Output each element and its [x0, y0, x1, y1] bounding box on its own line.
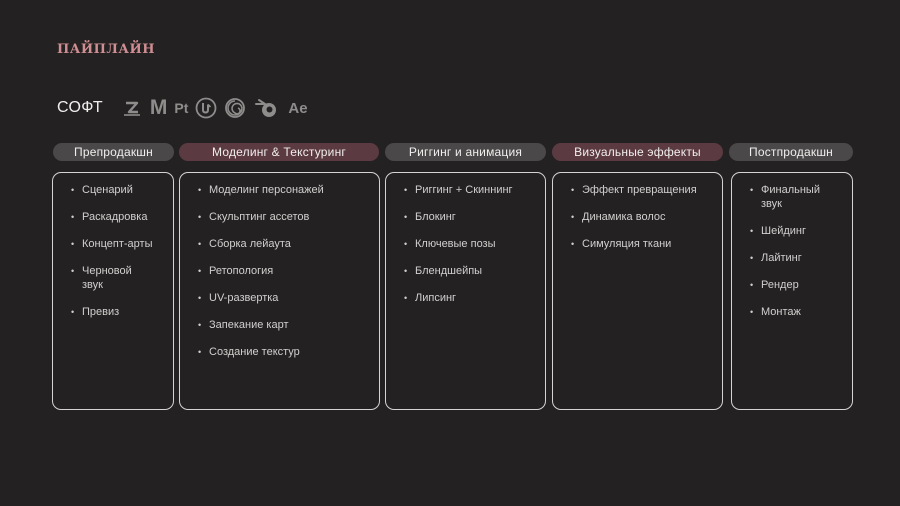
stage-task-list: Финальный звук Шейдинг Лайтинг Рендер Мо… [732, 173, 852, 319]
task-item: Ретопология [198, 265, 379, 279]
task-item: Превиз [71, 306, 173, 320]
substance-painter-icon: Pt [174, 100, 189, 116]
task-item: UV-развертка [198, 292, 379, 306]
task-item: Симуляция ткани [571, 238, 722, 252]
task-item: Моделинг персонажей [198, 184, 379, 198]
soft-title: СОФТ [57, 99, 103, 116]
stage-task-list: Моделинг персонажей Скульптинг ассетов С… [180, 173, 379, 360]
stage-card-vfx: Эффект превращения Динамика волос Симуля… [552, 172, 723, 410]
task-item: Скульптинг ассетов [198, 211, 379, 225]
task-item: Черновой звук [71, 265, 142, 292]
task-item: Концепт-арты [71, 238, 173, 252]
task-item: Липсинг [404, 292, 545, 306]
soft-row: СОФТ M Pt Ae [57, 96, 308, 120]
task-item: Финальный звук [750, 184, 823, 211]
stage-card-modeling-texturing: Моделинг персонажей Скульптинг ассетов С… [179, 172, 380, 410]
task-item: Блокинг [404, 211, 545, 225]
task-item: Лайтинг [750, 252, 852, 266]
stage-card-preproduction: Сценарий Раскадровка Концепт-арты Чернов… [52, 172, 174, 410]
task-item: Динамика волос [571, 211, 722, 225]
stage-card-postproduction: Финальный звук Шейдинг Лайтинг Рендер Мо… [731, 172, 853, 410]
maya-icon: M [149, 96, 168, 119]
stage-task-list: Эффект превращения Динамика волос Симуля… [553, 173, 722, 252]
zbrush-icon [121, 97, 143, 119]
stage-title-preproduction: Препродакшн [53, 143, 174, 161]
stage-task-list: Риггинг + Скиннинг Блокинг Ключевые позы… [386, 173, 545, 306]
soft-icons: M Pt Ae [121, 96, 308, 119]
task-item: Риггинг + Скиннинг [404, 184, 545, 198]
task-item: Запекание карт [198, 319, 379, 333]
logo: ПАЙПЛАЙН [57, 42, 156, 57]
stage-title-postproduction: Постпродакшн [729, 143, 853, 161]
stage-title-rigging-animation: Риггинг и анимация [385, 143, 546, 161]
stage-task-list: Сценарий Раскадровка Концепт-арты Чернов… [53, 173, 173, 319]
after-effects-icon: Ae [288, 99, 308, 117]
blender-icon [253, 97, 281, 119]
task-item: Эффект превращения [571, 184, 722, 198]
stage-card-rigging-animation: Риггинг + Скиннинг Блокинг Ключевые позы… [385, 172, 546, 410]
task-item: Шейдинг [750, 225, 852, 239]
stage-title-modeling-texturing: Моделинг & Текстуринг [179, 143, 379, 161]
stage-title-vfx: Визуальные эффекты [552, 143, 723, 161]
task-item: Раскадровка [71, 211, 173, 225]
unreal-engine-icon [195, 97, 217, 119]
task-item: Сборка лейаута [198, 238, 379, 252]
task-item: Ключевые позы [404, 238, 545, 252]
task-item: Сценарий [71, 184, 173, 198]
task-item: Монтаж [750, 306, 852, 320]
task-item: Создание текстур [198, 346, 379, 360]
task-item: Блендшейпы [404, 265, 545, 279]
houdini-icon [224, 97, 246, 119]
task-item: Рендер [750, 279, 852, 293]
